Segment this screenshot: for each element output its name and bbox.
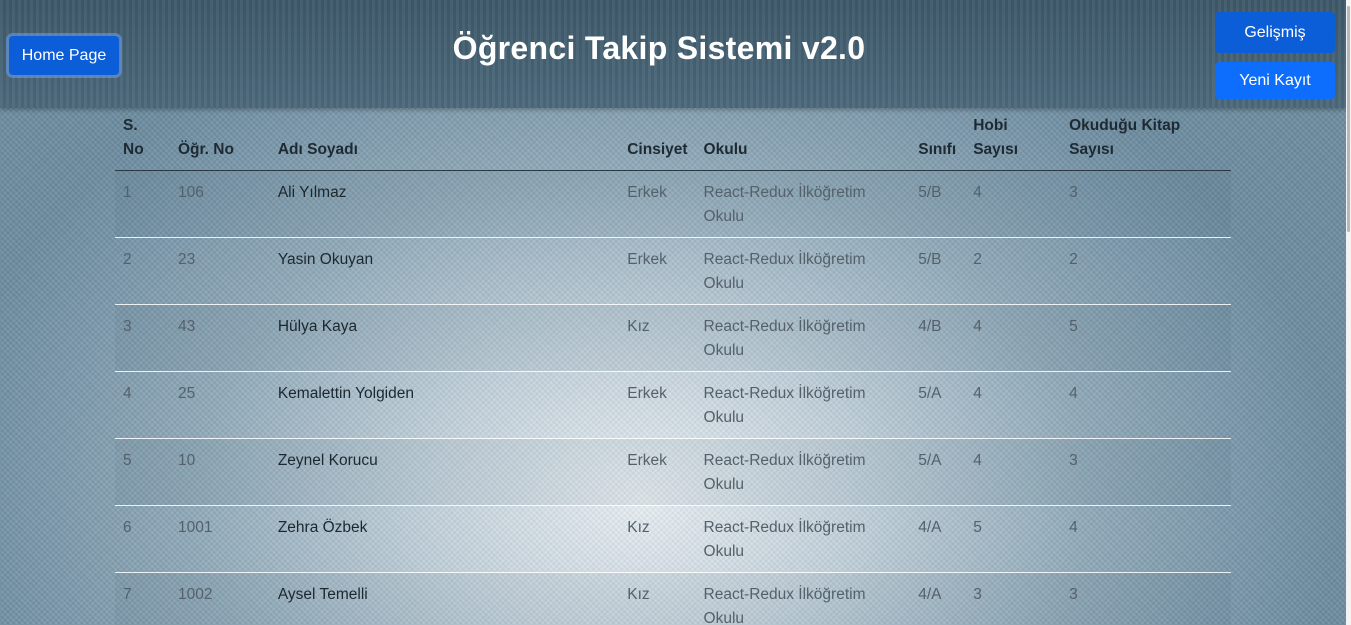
table-row[interactable]: 6 1001 Zehra Özbek Kız React-Redux İlköğ… (115, 505, 1231, 573)
cell-sno: 6 (115, 505, 170, 573)
cell-hobby-count: 4 (965, 371, 1062, 439)
column-header-hobby-count[interactable]: Hobi Sayısı (965, 110, 1062, 171)
cell-student-no: 1001 (169, 505, 270, 573)
cell-sno: 2 (115, 237, 170, 305)
cell-gender: Erkek (619, 371, 696, 439)
cell-book-count: 2 (1061, 237, 1231, 305)
table-row[interactable]: 5 10 Zeynel Korucu Erkek React-Redux İlk… (115, 438, 1231, 506)
table-header: S. No Öğr. No Adı Soyadı Cinsiyet Okulu … (115, 110, 1231, 171)
cell-sno: 3 (115, 304, 170, 372)
cell-school: React-Redux İlköğretim Okulu (695, 304, 911, 372)
cell-gender: Kız (619, 505, 696, 573)
table-row[interactable]: 1 106 Ali Yılmaz Erkek React-Redux İlköğ… (115, 170, 1231, 238)
cell-class: 5/A (910, 371, 966, 439)
cell-class: 5/A (910, 438, 966, 506)
column-header-school[interactable]: Okulu (695, 110, 911, 171)
cell-school: React-Redux İlköğretim Okulu (695, 237, 911, 305)
cell-hobby-count: 3 (965, 572, 1062, 625)
cell-gender: Erkek (619, 438, 696, 506)
page-title: Öğrenci Takip Sistemi v2.0 (452, 30, 866, 66)
cell-student-no: 23 (169, 237, 270, 305)
cell-name: Ali Yılmaz (269, 170, 620, 238)
cell-student-no: 1002 (169, 572, 270, 625)
column-header-book-count[interactable]: Okuduğu Kitap Sayısı (1061, 110, 1231, 171)
cell-student-no: 25 (169, 371, 270, 439)
cell-name: Aysel Temelli (269, 572, 620, 625)
cell-student-no: 106 (169, 170, 270, 238)
cell-book-count: 3 (1061, 170, 1231, 238)
cell-sno: 7 (115, 572, 170, 625)
cell-book-count: 4 (1061, 505, 1231, 573)
new-record-button[interactable]: Yeni Kayıt (1215, 62, 1335, 99)
cell-book-count: 3 (1061, 572, 1231, 625)
table-header-row: S. No Öğr. No Adı Soyadı Cinsiyet Okulu … (115, 110, 1231, 171)
column-header-gender[interactable]: Cinsiyet (619, 110, 696, 171)
cell-name: Kemalettin Yolgiden (269, 371, 620, 439)
cell-school: React-Redux İlköğretim Okulu (695, 438, 911, 506)
cell-school: React-Redux İlköğretim Okulu (695, 371, 911, 439)
cell-school: React-Redux İlköğretim Okulu (695, 572, 911, 625)
table-body: 1 106 Ali Yılmaz Erkek React-Redux İlköğ… (115, 170, 1231, 625)
column-header-sno[interactable]: S. No (115, 110, 170, 171)
cell-book-count: 4 (1061, 371, 1231, 439)
cell-class: 5/B (910, 237, 966, 305)
cell-class: 4/A (910, 572, 966, 625)
cell-class: 4/B (910, 304, 966, 372)
cell-name: Zehra Özbek (269, 505, 620, 573)
cell-book-count: 5 (1061, 304, 1231, 372)
table-row[interactable]: 3 43 Hülya Kaya Kız React-Redux İlköğret… (115, 304, 1231, 372)
cell-hobby-count: 5 (965, 505, 1062, 573)
column-header-class[interactable]: Sınıfı (910, 110, 966, 171)
cell-gender: Erkek (619, 237, 696, 305)
cell-hobby-count: 4 (965, 438, 1062, 506)
table-row[interactable]: 4 25 Kemalettin Yolgiden Erkek React-Red… (115, 371, 1231, 439)
table-row[interactable]: 2 23 Yasin Okuyan Erkek React-Redux İlkö… (115, 237, 1231, 305)
cell-name: Yasin Okuyan (269, 237, 620, 305)
cell-name: Zeynel Korucu (269, 438, 620, 506)
cell-sno: 1 (115, 170, 170, 238)
scrollbar-thumb[interactable] (1347, 6, 1350, 232)
column-header-name[interactable]: Adı Soyadı (269, 110, 620, 171)
cell-school: React-Redux İlköğretim Okulu (695, 505, 911, 573)
scrollbar-track[interactable] (1346, 0, 1351, 625)
students-table: S. No Öğr. No Adı Soyadı Cinsiyet Okulu … (115, 110, 1231, 625)
cell-sno: 5 (115, 438, 170, 506)
advanced-button[interactable]: Gelişmiş (1215, 12, 1335, 53)
table-row[interactable]: 7 1002 Aysel Temelli Kız React-Redux İlk… (115, 572, 1231, 625)
app-header: Home Page Öğrenci Takip Sistemi v2.0 Gel… (0, 0, 1346, 108)
cell-hobby-count: 4 (965, 304, 1062, 372)
cell-gender: Erkek (619, 170, 696, 238)
cell-school: React-Redux İlköğretim Okulu (695, 170, 911, 238)
cell-sno: 4 (115, 371, 170, 439)
cell-hobby-count: 2 (965, 237, 1062, 305)
cell-class: 5/B (910, 170, 966, 238)
cell-student-no: 43 (169, 304, 270, 372)
cell-student-no: 10 (169, 438, 270, 506)
cell-gender: Kız (619, 572, 696, 625)
cell-hobby-count: 4 (965, 170, 1062, 238)
cell-class: 4/A (910, 505, 966, 573)
cell-book-count: 3 (1061, 438, 1231, 506)
cell-name: Hülya Kaya (269, 304, 620, 372)
column-header-student-no[interactable]: Öğr. No (169, 110, 270, 171)
cell-gender: Kız (619, 304, 696, 372)
